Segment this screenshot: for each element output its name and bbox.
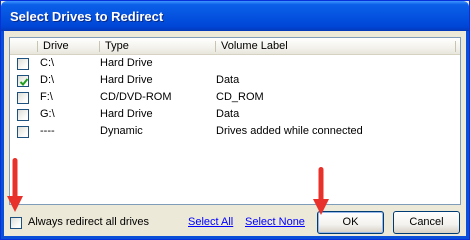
volume-label: CD_ROM bbox=[216, 91, 264, 103]
column-header-drive[interactable]: Drive bbox=[38, 38, 100, 55]
drive-type: Hard Drive bbox=[100, 57, 153, 69]
drive-letter: ---- bbox=[40, 125, 55, 137]
list-item[interactable]: G:\ Hard Drive Data bbox=[10, 106, 460, 123]
drive-checkbox[interactable] bbox=[17, 92, 29, 104]
list-item[interactable]: F:\ CD/DVD-ROM CD_ROM bbox=[10, 89, 460, 106]
column-header-checkbox[interactable] bbox=[10, 38, 38, 55]
drive-letter: C:\ bbox=[40, 57, 55, 69]
drive-checkbox[interactable] bbox=[17, 109, 29, 121]
drive-type: Hard Drive bbox=[100, 108, 153, 120]
window-frame-right bbox=[466, 31, 469, 239]
drive-checkbox[interactable] bbox=[17, 58, 29, 70]
drive-letter: F:\ bbox=[40, 91, 53, 103]
always-redirect-label[interactable]: Always redirect all drives bbox=[28, 216, 149, 228]
red-arrow-icon bbox=[313, 167, 329, 215]
list-item[interactable]: C:\ Hard Drive bbox=[10, 55, 460, 72]
title-bar[interactable]: Select Drives to Redirect bbox=[1, 1, 469, 31]
list-header: Drive Type Volume Label bbox=[10, 38, 460, 55]
column-header-volume-label[interactable]: Volume Label bbox=[216, 38, 456, 55]
select-all-link[interactable]: Select All bbox=[188, 216, 233, 228]
drive-letter: G:\ bbox=[40, 108, 55, 120]
drive-rows: C:\ Hard Drive D:\ Hard Drive Data F:\ C… bbox=[10, 55, 460, 140]
drive-type: Dynamic bbox=[100, 125, 143, 137]
drive-type: Hard Drive bbox=[100, 74, 153, 86]
drive-type: CD/DVD-ROM bbox=[100, 91, 172, 103]
always-redirect-checkbox[interactable] bbox=[10, 217, 22, 229]
dialog-window: Select Drives to Redirect Drive Type Vol… bbox=[0, 0, 470, 240]
window-frame-left bbox=[1, 31, 4, 239]
drive-list[interactable]: Drive Type Volume Label C:\ Hard Drive D… bbox=[9, 37, 461, 205]
window-frame-bottom bbox=[1, 236, 469, 239]
volume-label: Data bbox=[216, 74, 240, 86]
dialog-title: Select Drives to Redirect bbox=[10, 9, 164, 24]
checkmark-icon bbox=[19, 78, 29, 86]
red-arrow-icon bbox=[7, 158, 23, 212]
drive-checkbox[interactable] bbox=[17, 126, 29, 138]
cancel-button[interactable]: Cancel bbox=[393, 211, 460, 234]
list-item[interactable]: ---- Dynamic Drives added while connecte… bbox=[10, 123, 460, 140]
volume-label: Drives added while connected bbox=[216, 125, 363, 137]
column-header-type[interactable]: Type bbox=[100, 38, 216, 55]
list-item[interactable]: D:\ Hard Drive Data bbox=[10, 72, 460, 89]
volume-label: Data bbox=[216, 108, 240, 120]
select-none-link[interactable]: Select None bbox=[245, 216, 305, 228]
drive-letter: D:\ bbox=[40, 74, 55, 86]
drive-checkbox[interactable] bbox=[17, 75, 29, 87]
